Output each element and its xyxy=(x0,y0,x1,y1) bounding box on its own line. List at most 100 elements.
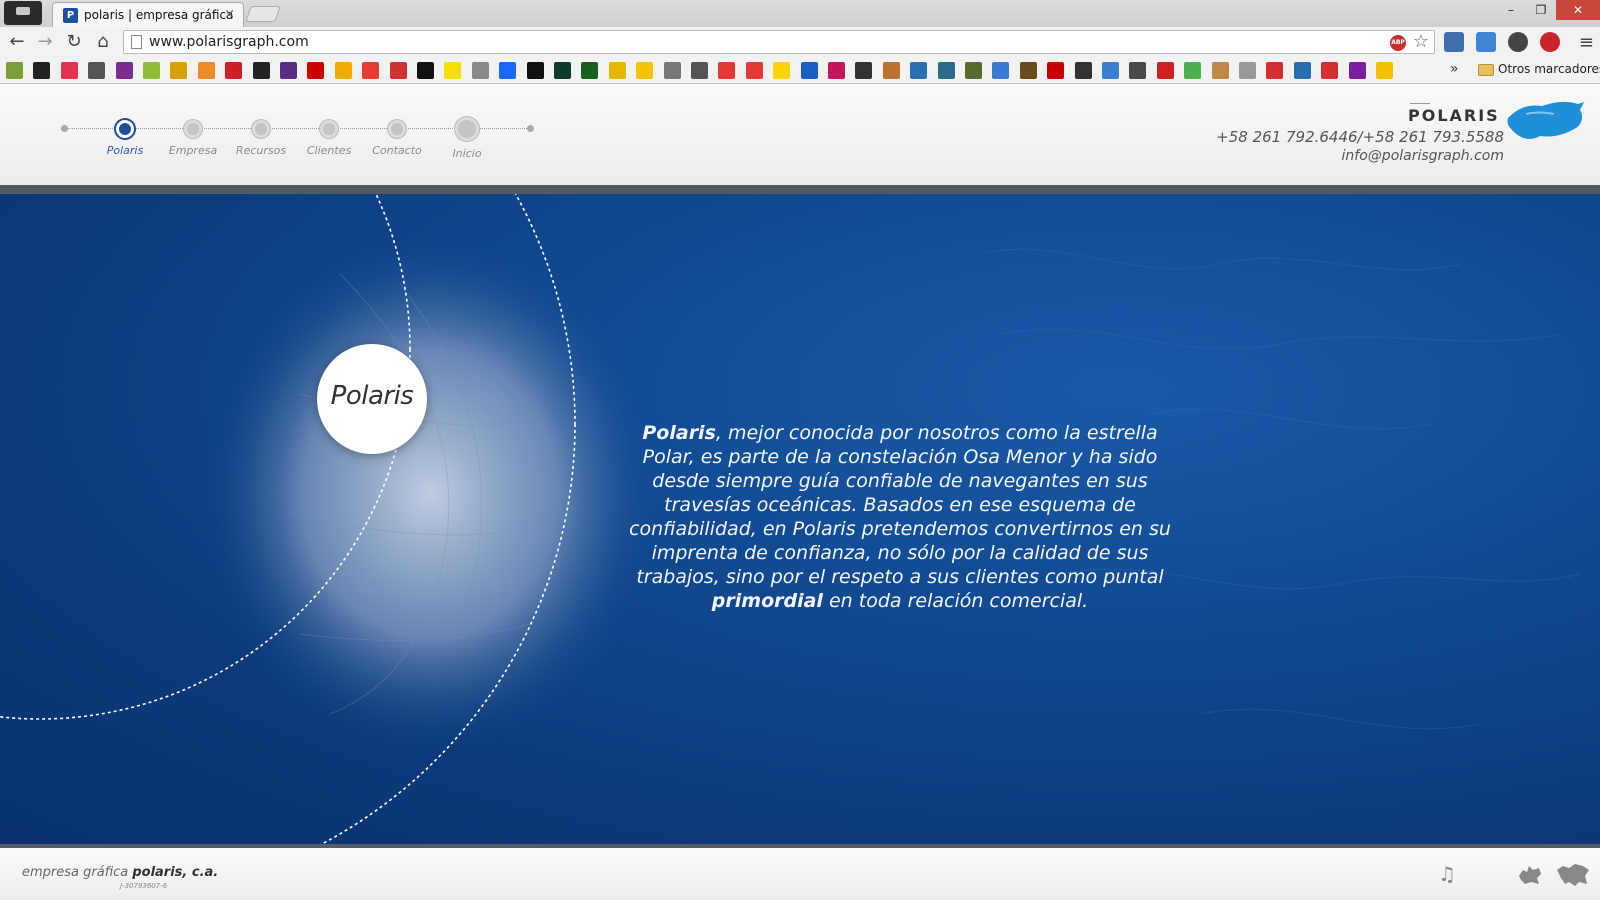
download-extension-icon[interactable] xyxy=(1444,32,1464,52)
bookmark-icon[interactable] xyxy=(718,62,736,79)
bookmark-icon[interactable] xyxy=(362,62,380,79)
home-icon[interactable]: ⌂ xyxy=(92,31,114,53)
step-polaris[interactable]: Polaris xyxy=(90,120,160,157)
abp-icon[interactable]: ABP xyxy=(1390,35,1406,51)
bookmark-icon[interactable] xyxy=(745,62,763,79)
bookmark-icon[interactable] xyxy=(910,62,928,79)
restore-button[interactable]: ❐ xyxy=(1526,0,1556,20)
bookmark-icon[interactable] xyxy=(417,62,434,79)
bookmark-icon[interactable] xyxy=(691,62,708,79)
tab-close-icon[interactable]: × xyxy=(224,7,235,22)
bookmark-icon[interactable] xyxy=(828,62,845,79)
bookmark-icon[interactable] xyxy=(1156,62,1174,79)
bookmark-icon[interactable] xyxy=(1211,62,1229,79)
bookmark-icon[interactable] xyxy=(33,62,51,79)
hero-text-part1: , mejor conocida por nosotros como la es… xyxy=(629,422,1171,588)
bookmark-icon[interactable] xyxy=(882,62,900,79)
bookmark-icon[interactable] xyxy=(1102,62,1119,79)
music-toggle-icon[interactable]: ♫ xyxy=(1438,862,1456,886)
bookmarks-overflow-icon[interactable]: » xyxy=(1450,61,1459,77)
bookmark-icon[interactable] xyxy=(280,62,297,79)
bookmark-icon[interactable] xyxy=(937,62,955,79)
bookmark-icon[interactable] xyxy=(197,62,215,79)
menu-icon[interactable]: ≡ xyxy=(1579,32,1594,53)
bookmark-icon[interactable] xyxy=(389,62,407,79)
forward-icon[interactable]: → xyxy=(34,31,56,53)
bookmark-icon[interactable] xyxy=(1074,62,1092,79)
bookmark-icon[interactable] xyxy=(1047,62,1065,79)
polaris-badge[interactable]: Polaris xyxy=(317,344,427,454)
back-icon[interactable]: ← xyxy=(6,31,28,53)
reload-icon[interactable]: ↻ xyxy=(63,31,85,53)
minimize-button[interactable]: – xyxy=(1496,0,1526,20)
bookmark-icon[interactable] xyxy=(1348,62,1366,79)
bookmark-icon[interactable] xyxy=(88,62,106,79)
bookmark-icon[interactable] xyxy=(992,62,1010,79)
star-icon[interactable]: ☆ xyxy=(1413,31,1429,52)
bookmark-icon[interactable] xyxy=(581,62,599,79)
step-label[interactable]: Recursos xyxy=(226,144,296,157)
step-dot-icon[interactable] xyxy=(320,120,338,138)
step-dot-icon[interactable] xyxy=(455,117,479,141)
venezuela-map-icon[interactable] xyxy=(1555,860,1591,888)
step-dot-icon[interactable] xyxy=(252,120,270,138)
pinterest-extension-icon[interactable] xyxy=(1540,32,1560,52)
bookmark-icon[interactable] xyxy=(526,62,544,79)
zulia-map-icon[interactable] xyxy=(1515,862,1545,886)
step-label[interactable]: Polaris xyxy=(90,144,160,157)
step-recursos[interactable]: Recursos xyxy=(226,120,296,157)
bookmark-icon[interactable] xyxy=(6,62,23,79)
step-dot-icon[interactable] xyxy=(388,120,406,138)
bookmark-icon[interactable] xyxy=(334,62,352,79)
hero-bold-primordial: primordial xyxy=(711,590,823,612)
bookmark-icon[interactable] xyxy=(1376,62,1393,79)
url-text[interactable]: www.polarisgraph.com xyxy=(149,34,309,50)
bookmark-icon[interactable] xyxy=(855,62,873,79)
step-dot-icon[interactable] xyxy=(116,120,134,138)
step-clientes[interactable]: Clientes xyxy=(294,120,364,157)
globe-glow xyxy=(200,234,660,754)
step-label[interactable]: Contacto xyxy=(362,144,432,157)
bookmark-icon[interactable] xyxy=(773,62,791,79)
bookmark-icon[interactable] xyxy=(60,62,78,79)
other-bookmarks-label[interactable]: Otros marcadores xyxy=(1498,62,1600,76)
bookmark-icon[interactable] xyxy=(1239,62,1256,79)
bookmark-icon[interactable] xyxy=(170,62,188,79)
bookmark-icon[interactable] xyxy=(115,62,133,79)
bookmark-icon[interactable] xyxy=(554,62,571,79)
bookmark-icon[interactable] xyxy=(225,62,243,79)
step-empresa[interactable]: Empresa xyxy=(158,120,228,157)
profile-avatar-icon[interactable] xyxy=(4,1,42,25)
step-contacto[interactable]: Contacto xyxy=(362,120,432,157)
bookmark-icon[interactable] xyxy=(1019,62,1037,79)
new-tab-button[interactable] xyxy=(245,6,281,22)
bookmark-icon[interactable] xyxy=(1293,62,1311,79)
bookmark-icon[interactable] xyxy=(663,62,681,79)
bookmark-icon[interactable] xyxy=(471,62,489,79)
bookmark-icon[interactable] xyxy=(1129,62,1147,79)
bookmark-icon[interactable] xyxy=(1321,62,1339,79)
address-bar[interactable]: www.polarisgraph.com ABP ☆ xyxy=(123,30,1435,54)
folder-icon[interactable] xyxy=(1478,64,1494,76)
step-dot-icon[interactable] xyxy=(184,120,202,138)
bookmark-icon[interactable] xyxy=(307,62,325,79)
bookmark-icon[interactable] xyxy=(608,62,626,79)
browser-tab-active[interactable]: P polaris | empresa gráfica × xyxy=(52,2,244,27)
history-extension-icon[interactable] xyxy=(1508,32,1528,52)
step-inicio[interactable]: Inicio xyxy=(432,117,502,160)
bookmark-icon[interactable] xyxy=(965,62,982,79)
step-label[interactable]: Clientes xyxy=(294,144,364,157)
bookmark-icon[interactable] xyxy=(636,62,654,79)
bookmark-icon[interactable] xyxy=(444,62,462,79)
bookmark-icon[interactable] xyxy=(143,62,160,79)
bookmark-icon[interactable] xyxy=(499,62,517,79)
bookmark-icon[interactable] xyxy=(252,62,270,79)
bookmark-icon[interactable] xyxy=(800,62,818,79)
bookmark-icon[interactable] xyxy=(1184,62,1202,79)
step-label[interactable]: Empresa xyxy=(158,144,228,157)
bookmark-icon[interactable] xyxy=(1266,62,1284,79)
close-window-button[interactable]: ✕ xyxy=(1556,0,1600,20)
step-label[interactable]: Inicio xyxy=(432,147,502,160)
feed-extension-icon[interactable] xyxy=(1476,32,1496,52)
contact-email[interactable]: info@polarisgraph.com xyxy=(1342,148,1504,164)
